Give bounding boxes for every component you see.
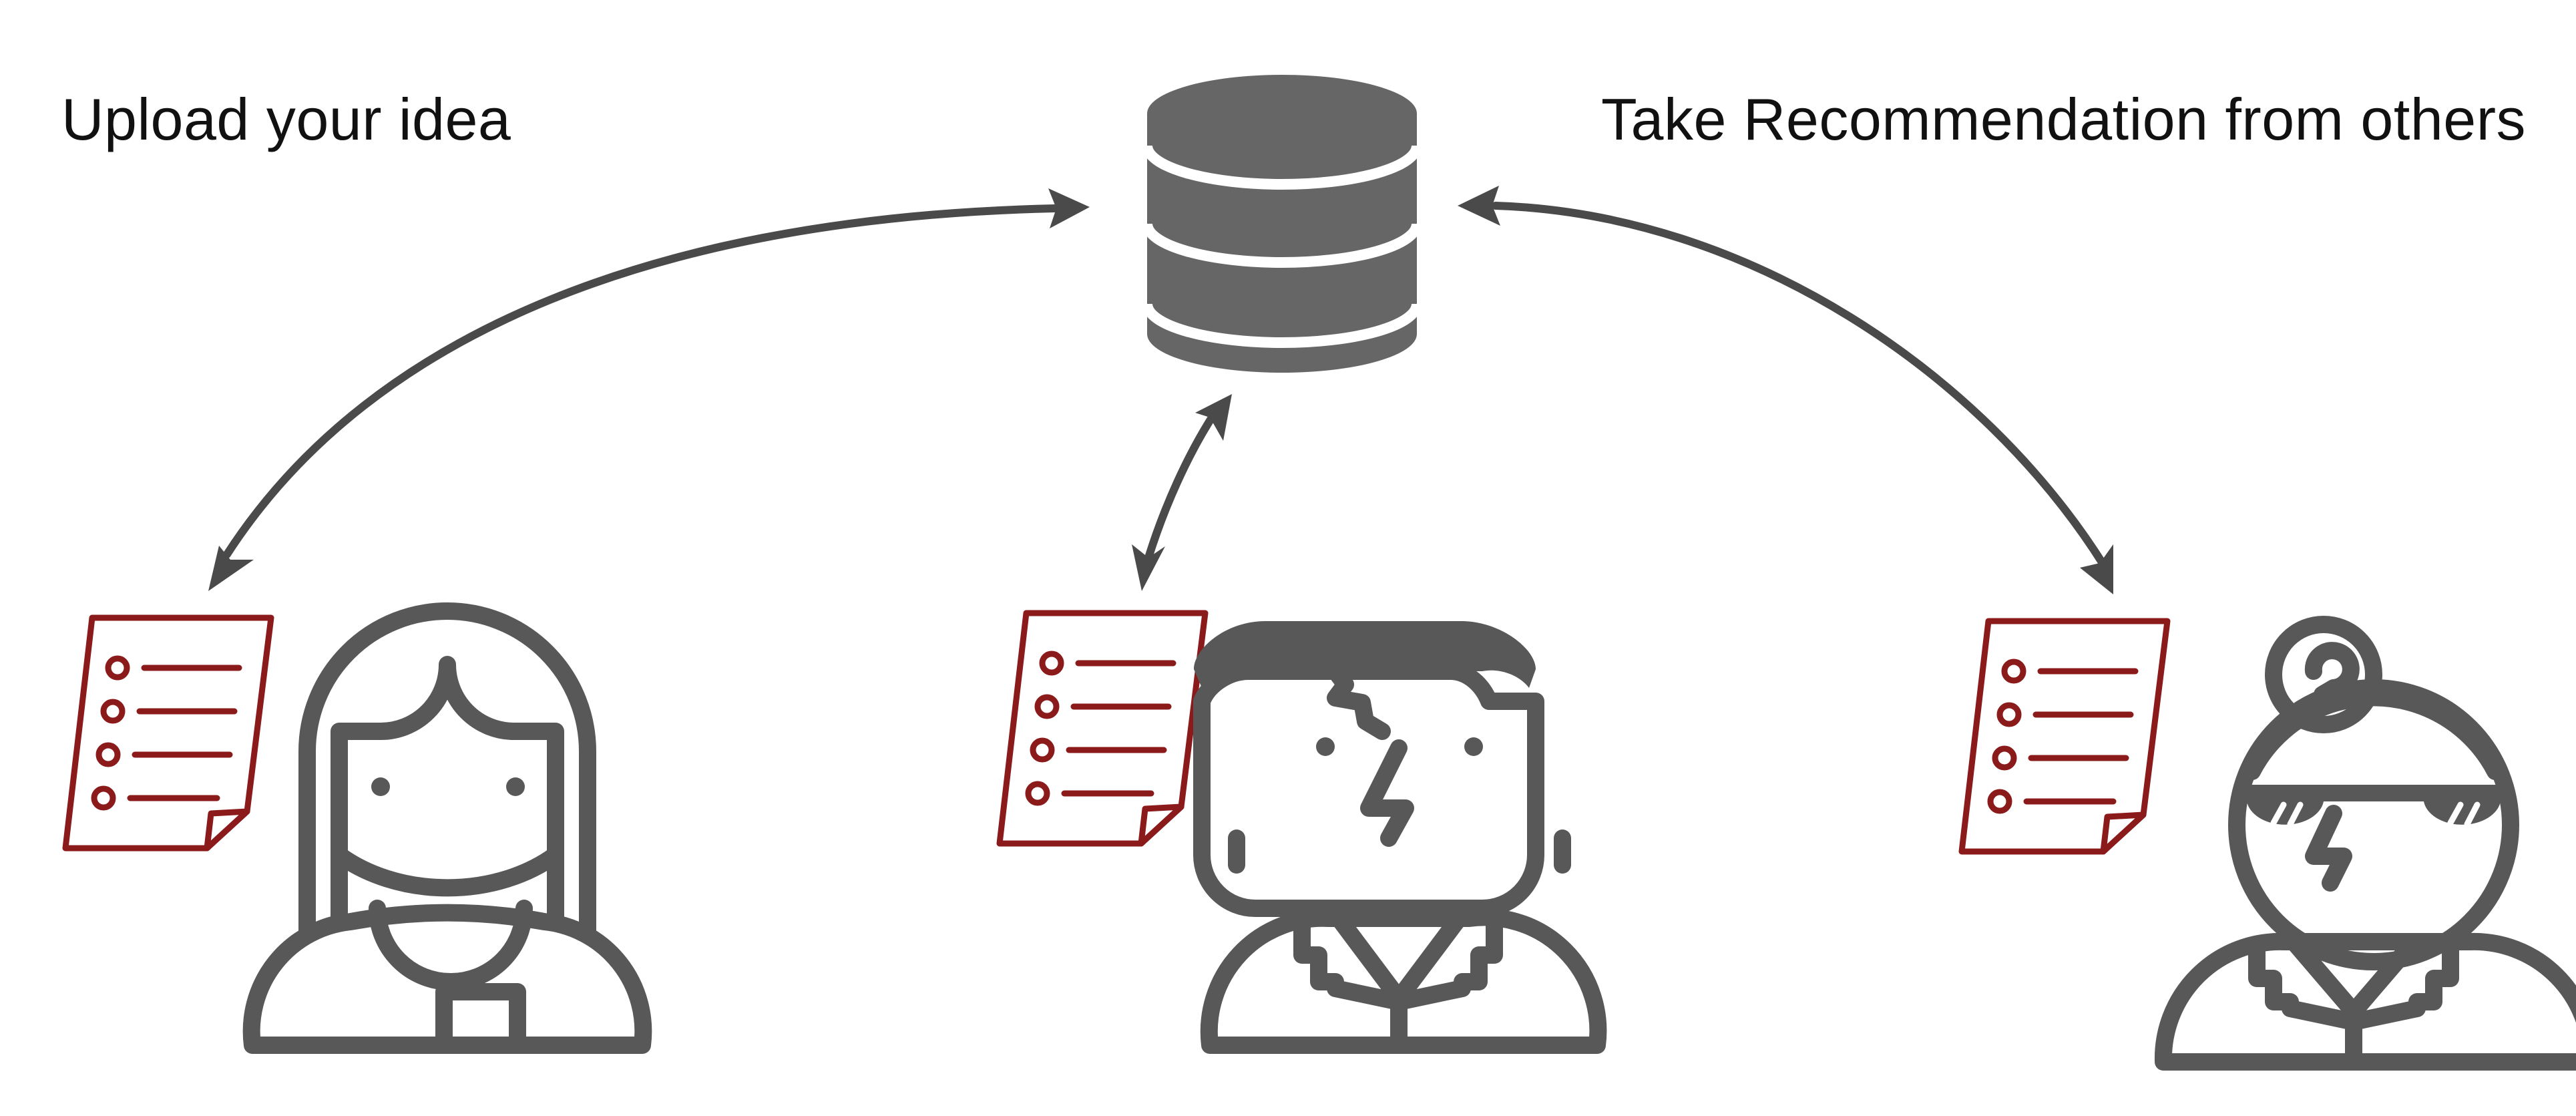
man-left-eye [1316, 737, 1335, 756]
woman-user-icon [242, 602, 652, 1054]
left-double-arrow [223, 204, 1059, 558]
center-double-arrow [1144, 413, 1216, 562]
center-document-icon [1000, 613, 1205, 844]
idea-sharing-diagram [0, 75, 2576, 1071]
woman-bun-user-icon [2154, 616, 2576, 1071]
database-icon [1142, 75, 1422, 373]
sunglasses-band [2238, 785, 2509, 801]
woman-left-eye [371, 777, 390, 796]
man-user-icon [1193, 621, 1607, 1054]
right-double-arrow [1492, 202, 2107, 568]
left-document-icon [65, 618, 271, 848]
man-right-eye [1464, 737, 1483, 756]
right-document-icon [1962, 621, 2167, 852]
woman-right-eye [506, 777, 525, 796]
